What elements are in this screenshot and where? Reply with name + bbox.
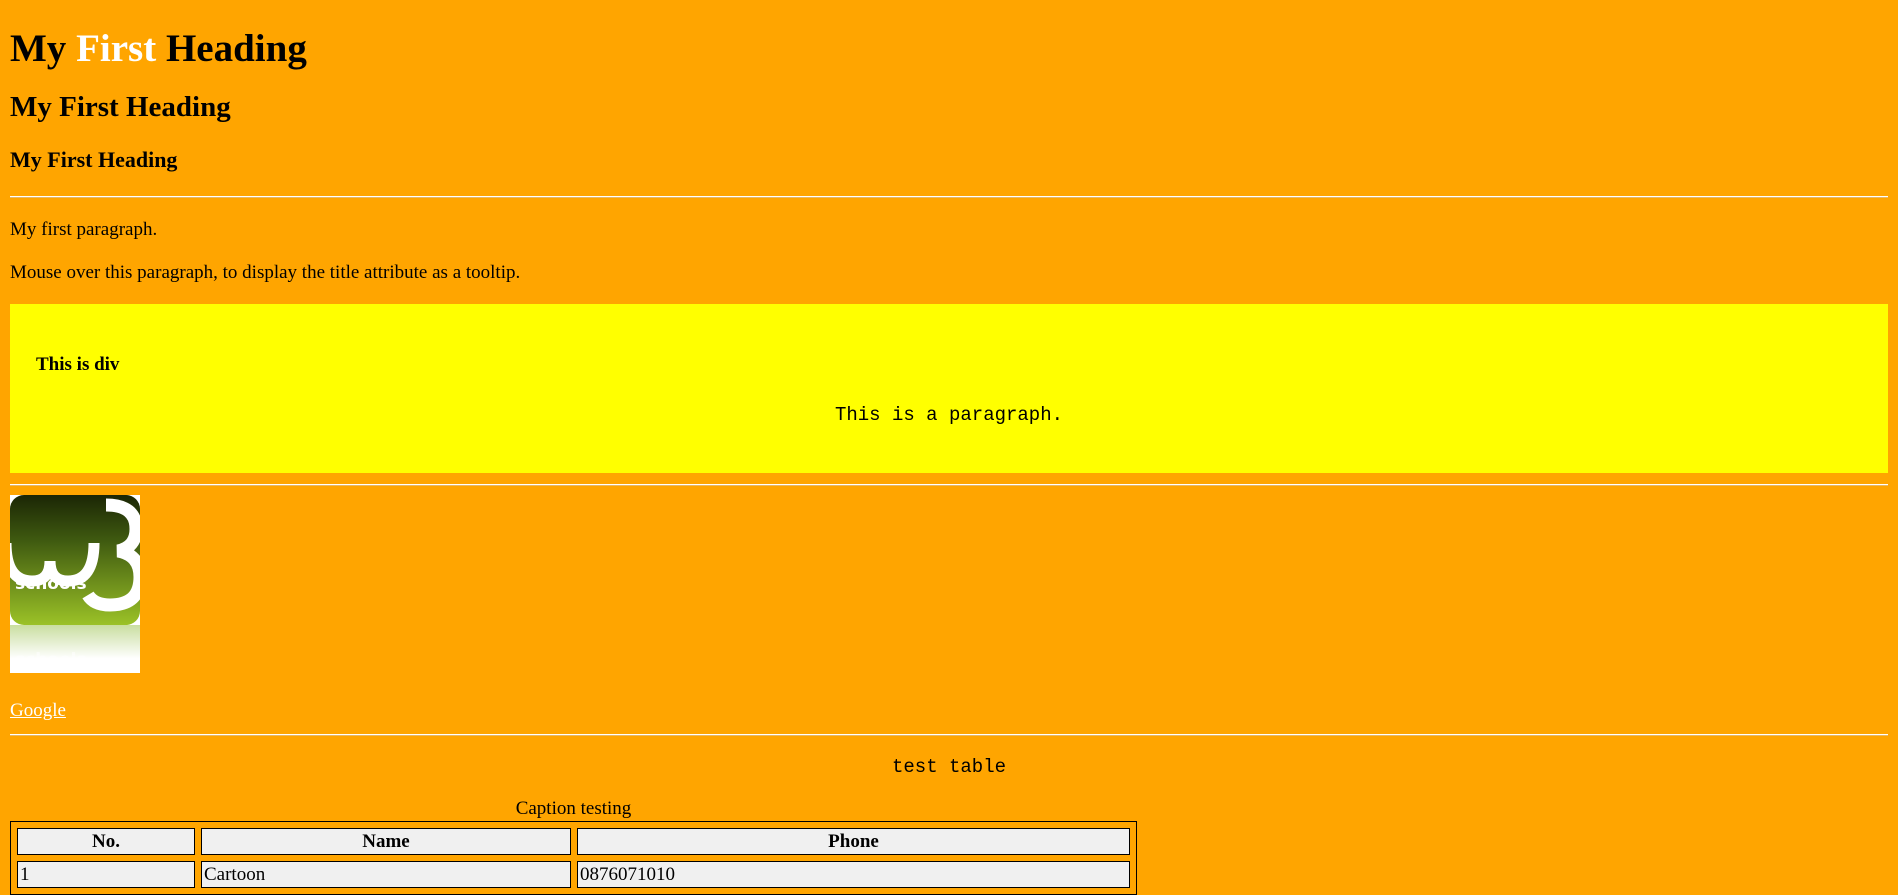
column-header-no: No. — [17, 828, 195, 855]
heading-text-part2: Heading — [156, 27, 307, 70]
tooltip-paragraph[interactable]: Mouse over this paragraph, to display th… — [10, 262, 1888, 284]
column-header-name: Name — [201, 828, 571, 855]
heading-text-part1: My — [10, 27, 77, 70]
svg-text:schools: schools — [15, 650, 87, 670]
w3schools-logo: schools schools — [10, 495, 140, 673]
divider — [10, 196, 1888, 198]
data-table: No. Name Phone 1 Cartoon 0876071010 — [10, 821, 1137, 895]
table-caption: Caption testing — [515, 798, 632, 819]
google-link[interactable]: Google — [10, 700, 66, 721]
column-header-phone: Phone — [577, 828, 1130, 855]
table-cell-name: Cartoon — [201, 861, 571, 888]
div-title: This is div — [36, 354, 120, 375]
table-row: 1 Cartoon 0876071010 — [17, 861, 1130, 888]
table-cell-phone: 0876071010 — [577, 861, 1130, 888]
table-header-row: No. Name Phone — [17, 828, 1130, 855]
div-section: This is div This is a paragraph. — [10, 304, 1888, 473]
link-container: Google — [10, 700, 1888, 722]
divider — [10, 734, 1888, 736]
tertiary-heading: My First Heading — [10, 147, 178, 172]
table-title: test table — [891, 756, 1007, 778]
table-cell-no: 1 — [17, 861, 195, 888]
heading-highlight: First — [76, 27, 157, 70]
div-paragraph: This is a paragraph. — [834, 404, 1064, 426]
main-heading: My First Heading — [10, 26, 1888, 72]
secondary-heading: My First Heading — [10, 91, 231, 123]
table-container: Caption testing No. Name Phone 1 Cartoon… — [10, 798, 1137, 895]
page-content: My First Heading My First Heading My Fir… — [10, 0, 1888, 895]
divider — [10, 484, 1888, 486]
svg-text:schools: schools — [15, 574, 87, 594]
first-paragraph: My first paragraph. — [10, 219, 158, 240]
